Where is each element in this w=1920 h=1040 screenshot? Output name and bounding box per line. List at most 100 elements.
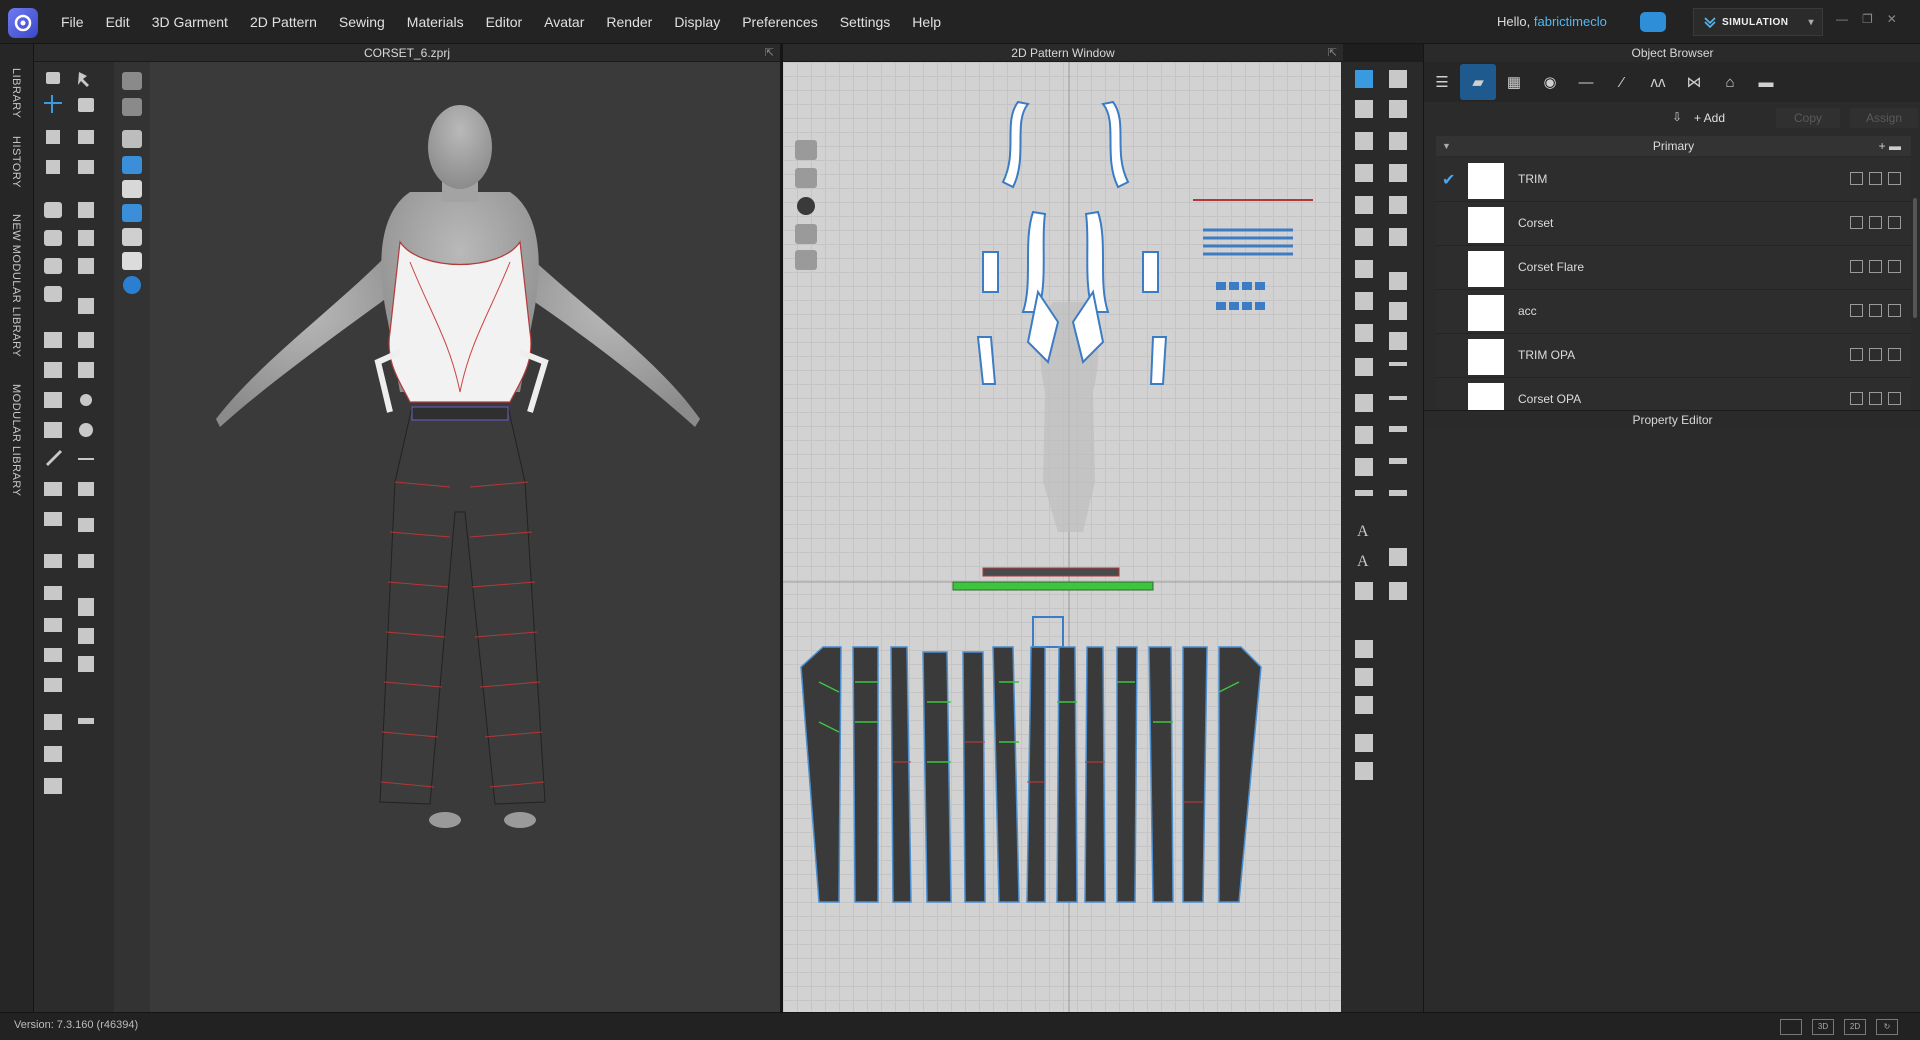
- tool-icon-q: [78, 482, 94, 496]
- menu-edit[interactable]: Edit: [95, 0, 141, 44]
- clo3d-app: File Edit 3D Garment 2D Pattern Sewing M…: [0, 0, 1920, 1040]
- menu-2d-pattern[interactable]: 2D Pattern: [239, 0, 328, 44]
- menu-render[interactable]: Render: [595, 0, 663, 44]
- menu-sewing[interactable]: Sewing: [328, 0, 396, 44]
- group-add-folder-icons[interactable]: + ▬: [1879, 136, 1901, 156]
- material-row-actions[interactable]: [1850, 216, 1901, 229]
- tool-2d-s: [1389, 426, 1407, 432]
- button-object-icon[interactable]: ◉: [1532, 64, 1568, 100]
- tab-new-modular-library[interactable]: NEW MODULAR LIBRARY: [10, 214, 22, 357]
- object-browser-title: Object Browser: [1424, 44, 1920, 62]
- zipper-icon[interactable]: ʌʌ: [1640, 64, 1676, 100]
- library-side-tabs: LIBRARY HISTORY NEW MODULAR LIBRARY MODU…: [0, 44, 34, 1012]
- menu-display[interactable]: Display: [663, 0, 731, 44]
- pen-icon: [795, 140, 817, 160]
- material-swatch: [1468, 163, 1504, 199]
- view-2d-icon[interactable]: 2D: [1844, 1019, 1866, 1035]
- refresh-icon[interactable]: ↻: [1876, 1019, 1898, 1035]
- import-icon[interactable]: ⇩: [1672, 110, 1682, 124]
- colorway-group-row[interactable]: ▼ Primary + ▬: [1436, 136, 1911, 156]
- material-row[interactable]: Corset Flare: [1436, 246, 1911, 290]
- chevron-down-icon[interactable]: ▾: [1808, 17, 1814, 28]
- tab-library[interactable]: LIBRARY: [10, 68, 22, 118]
- close-icon[interactable]: ✕: [1887, 12, 1897, 26]
- menu-help[interactable]: Help: [901, 0, 952, 44]
- list-view-icon[interactable]: ☰: [1424, 64, 1460, 100]
- view-3d-icon[interactable]: 3D: [1812, 1019, 1834, 1035]
- menu-avatar[interactable]: Avatar: [533, 0, 595, 44]
- material-row-actions[interactable]: [1850, 172, 1901, 185]
- texture-icon: [1869, 216, 1882, 229]
- texture-icon: [1869, 392, 1882, 405]
- pattern-canvas[interactable]: [783, 62, 1341, 1012]
- simulation-mode-button[interactable]: SIMULATION ▾: [1693, 8, 1823, 36]
- username-link[interactable]: fabrictimeclo: [1534, 14, 1607, 29]
- cloud-icon[interactable]: [1640, 12, 1666, 32]
- grid-icon[interactable]: ▦: [1496, 64, 1532, 100]
- tool-2d-ac: [1355, 696, 1373, 714]
- add-button[interactable]: + Add: [1694, 108, 1725, 128]
- property-editor-title: Property Editor: [1424, 410, 1920, 428]
- copy-icon: [1888, 260, 1901, 273]
- copy-icon: [1888, 304, 1901, 317]
- pants-pattern-group: [800, 646, 1262, 903]
- tool-2d-a: [1389, 100, 1407, 118]
- display-garment-icon: [122, 98, 142, 116]
- material-row-actions[interactable]: [1850, 304, 1901, 317]
- tab-history[interactable]: HISTORY: [10, 136, 22, 188]
- material-row[interactable]: Corset: [1436, 202, 1911, 246]
- line-object-icon[interactable]: —: [1568, 64, 1604, 100]
- texture-icon: [1869, 260, 1882, 273]
- material-name: TRIM: [1518, 172, 1548, 186]
- split-view-icon[interactable]: [1780, 1019, 1802, 1035]
- material-row[interactable]: TRIM OPA: [1436, 334, 1911, 378]
- fabric-icon[interactable]: ▰: [1460, 64, 1496, 100]
- display-toolbar-icons: [122, 72, 142, 294]
- measure-icon[interactable]: ▬: [1748, 64, 1784, 100]
- tool-2d-w: [1389, 490, 1407, 496]
- tool-icon-r: [44, 512, 62, 526]
- avatar-object-icon[interactable]: ⌂: [1712, 64, 1748, 100]
- material-row-actions[interactable]: [1850, 260, 1901, 273]
- material-row[interactable]: ✔ TRIM: [1436, 158, 1911, 202]
- toolbar-2d-icons: A A: [1355, 70, 1407, 780]
- menu-preferences[interactable]: Preferences: [731, 0, 828, 44]
- menu-file[interactable]: File: [50, 0, 95, 44]
- tool-2d-l: [1355, 324, 1373, 342]
- bow-icon[interactable]: ⋈: [1676, 64, 1712, 100]
- tool-2d-f: [1355, 228, 1373, 246]
- tool-icon-aa: [78, 656, 94, 672]
- minimize-icon[interactable]: —: [1836, 12, 1848, 26]
- tool-icon-w: [78, 598, 94, 616]
- viewport-3d[interactable]: [150, 62, 780, 1012]
- menu-materials[interactable]: Materials: [396, 0, 475, 44]
- text-tool-icon: A: [1357, 523, 1369, 540]
- material-list-scrollbar[interactable]: [1913, 198, 1917, 318]
- menu-3d-garment[interactable]: 3D Garment: [141, 0, 239, 44]
- display-globe-icon: [123, 276, 141, 294]
- topstitch-icon[interactable]: ⁄: [1604, 64, 1640, 100]
- expand-icon[interactable]: ⇱: [1328, 44, 1337, 62]
- pattern-pieces: [783, 62, 1341, 1012]
- tool-2d-ad: [1355, 734, 1373, 752]
- restore-icon[interactable]: ❐: [1862, 12, 1873, 26]
- menu-editor[interactable]: Editor: [475, 0, 534, 44]
- material-row-actions[interactable]: [1850, 348, 1901, 361]
- panel-3d-title-bar: CORSET_6.zprj ⇱: [34, 44, 780, 62]
- corset-garment: [388, 240, 532, 403]
- tool-2d-k: [1389, 302, 1407, 320]
- link-icon: [1355, 132, 1373, 150]
- material-row-actions[interactable]: [1850, 392, 1901, 405]
- copy-button[interactable]: Copy: [1776, 108, 1840, 128]
- panel-2d-pattern: 2D Pattern Window ⇱: [783, 44, 1343, 1012]
- curve-icon: [1355, 164, 1373, 182]
- app-logo-icon[interactable]: [8, 8, 38, 38]
- tool-icon-v: [44, 586, 62, 600]
- assign-button[interactable]: Assign: [1850, 108, 1918, 128]
- line-icon: [78, 458, 94, 460]
- button-icon: [80, 394, 92, 406]
- material-row[interactable]: acc: [1436, 290, 1911, 334]
- menu-settings[interactable]: Settings: [829, 0, 902, 44]
- expand-icon[interactable]: ⇱: [765, 44, 774, 62]
- tab-modular-library[interactable]: MODULAR LIBRARY: [10, 384, 22, 496]
